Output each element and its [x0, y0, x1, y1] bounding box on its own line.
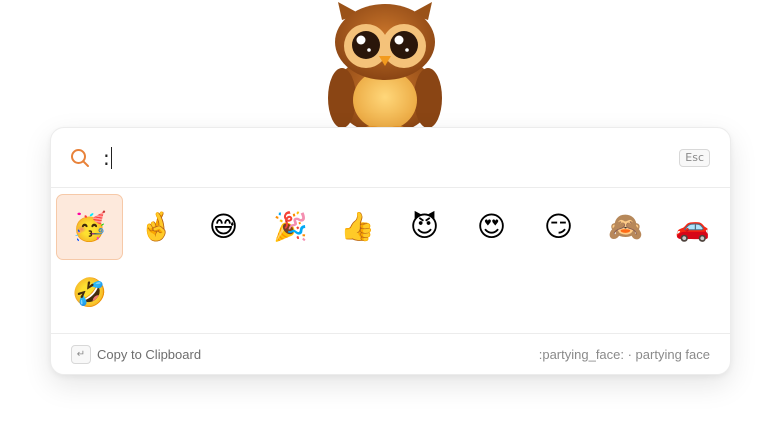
emoji-picker-panel: : Esc 🥳 🤞 😅 🎉 👍 😈 😍 😏 🙈 🚗 🤣 ↵ Copy to Clipboard :p… — [50, 127, 731, 375]
esc-key-hint[interactable]: Esc — [679, 149, 710, 167]
text-caret — [110, 146, 113, 169]
emoji-cell[interactable]: 😅 — [190, 194, 257, 260]
copy-to-clipboard-label[interactable]: Copy to Clipboard — [97, 347, 201, 362]
emoji-cell[interactable]: 😈 — [391, 194, 458, 260]
emoji-cell[interactable]: 🤣 — [56, 260, 123, 326]
emoji-cell[interactable]: 😏 — [525, 194, 592, 260]
emoji-cell[interactable]: 🚗 — [659, 194, 726, 260]
emoji-cell[interactable]: 👍 — [324, 194, 391, 260]
emoji-picker-stage: : Esc 🥳 🤞 😅 🎉 👍 😈 😍 😏 🙈 🚗 🤣 ↵ Copy to Clipboard :p… — [0, 0, 781, 441]
search-input[interactable]: : — [103, 143, 113, 173]
emoji-cell[interactable]: 🤞 — [123, 194, 190, 260]
selected-emoji-info: :partying_face: · partying face — [538, 346, 710, 362]
emoji-cell[interactable]: 🥳 — [56, 194, 123, 260]
emoji-cell[interactable]: 🎉 — [257, 194, 324, 260]
search-icon — [69, 147, 91, 169]
search-query-text: : — [103, 145, 110, 170]
emoji-cell[interactable]: 🙈 — [592, 194, 659, 260]
search-bar: : Esc — [51, 128, 730, 188]
emoji-grid: 🥳 🤞 😅 🎉 👍 😈 😍 😏 🙈 🚗 🤣 — [56, 194, 726, 326]
picker-footer: ↵ Copy to Clipboard :partying_face: · pa… — [51, 333, 730, 374]
owl-mascot-illustration — [328, 2, 442, 136]
emoji-cell[interactable]: 😍 — [458, 194, 525, 260]
enter-key-icon: ↵ — [71, 344, 91, 364]
